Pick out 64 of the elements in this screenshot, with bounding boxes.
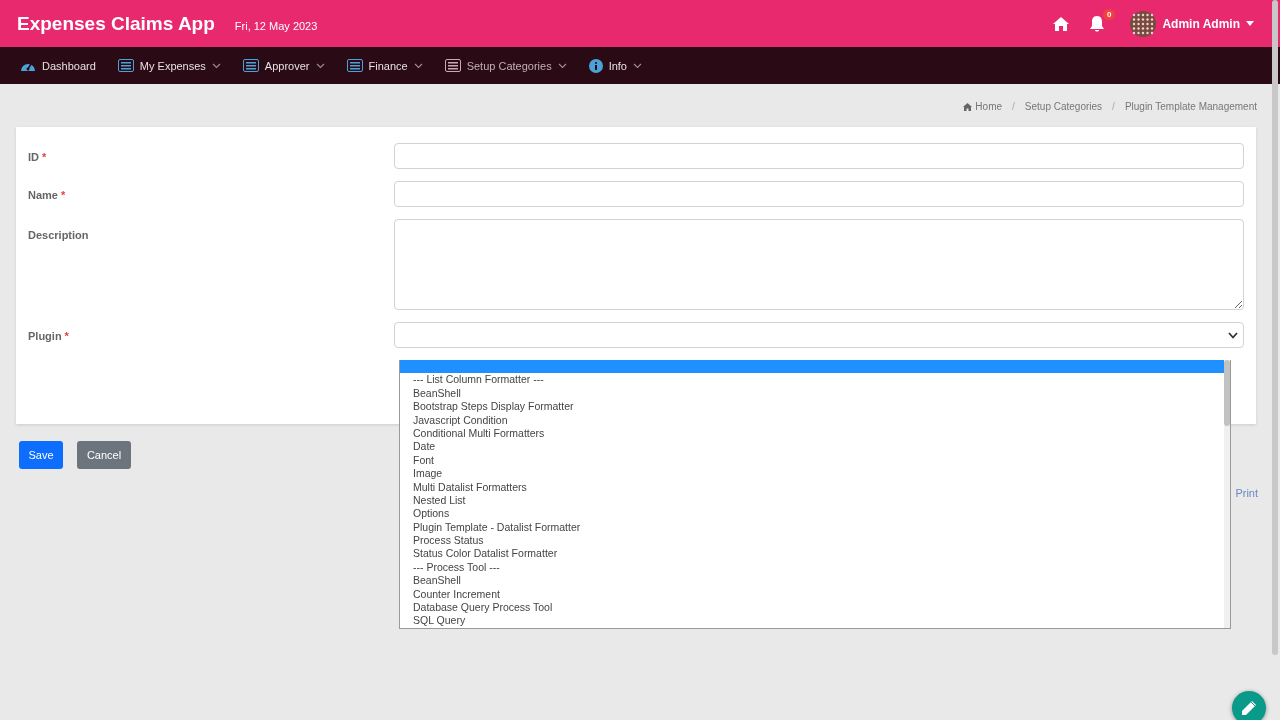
dropdown-option[interactable]: BeanShell (400, 574, 1224, 588)
home-icon (1052, 15, 1071, 32)
list-icon (346, 59, 363, 72)
dropdown-option[interactable]: Bootstrap Steps Display Formatter (400, 400, 1224, 414)
field-label: Description (28, 228, 90, 241)
dropdown-option[interactable]: --- Process Tool --- (400, 560, 1224, 575)
dropdown-option[interactable]: Counter Increment (400, 587, 1224, 602)
breadcrumb-link[interactable]: Plugin Template Management (1124, 101, 1257, 112)
dropdown-option[interactable]: Image (400, 467, 1224, 481)
save-button[interactable]: Save (19, 441, 63, 469)
chevron-down-icon (1228, 331, 1238, 339)
nav-menu-item[interactable]: My Expenses (117, 59, 221, 72)
dropdown-option[interactable]: Date (400, 440, 1224, 454)
list-icon (117, 59, 134, 72)
app-title: Expenses Claims App (17, 12, 215, 35)
input-field[interactable] (394, 181, 1244, 207)
info-icon (588, 58, 603, 73)
required-asterisk: * (60, 189, 66, 201)
nav-menu-item[interactable]: Approver (242, 59, 325, 72)
breadcrumb-separator: / (1112, 101, 1115, 112)
list-icon (444, 59, 461, 72)
required-asterisk: * (64, 330, 69, 342)
notifications-button[interactable] (1088, 14, 1107, 33)
dropdown-option[interactable]: Database Query Process Tool (400, 601, 1224, 615)
bell-icon (1088, 14, 1107, 33)
input-field[interactable] (394, 143, 1244, 169)
dropdown-option[interactable]: Plugin Template - Datalist Formatter (400, 520, 1224, 535)
dropdown-option[interactable]: BeanShell (400, 386, 1224, 401)
breadcrumb-link[interactable]: Setup Categories (1024, 101, 1103, 112)
nav-menu-item[interactable]: Info (588, 58, 642, 73)
dropdown-option[interactable]: Conditional Multi Formatters (400, 426, 1224, 441)
list-icon (242, 59, 259, 72)
avatar-icon (1130, 10, 1157, 37)
dropdown-option[interactable]: Multi Datalist Formatters (400, 480, 1224, 494)
caret-icon (1246, 21, 1254, 26)
field-label: Name * (28, 188, 67, 201)
user-menu[interactable]: Admin Admin (1130, 10, 1254, 37)
dropdown-option[interactable]: Status Color Datalist Formatter (400, 547, 1224, 561)
field-label: Plugin * (28, 329, 70, 342)
dropdown-option[interactable]: Font (400, 453, 1224, 468)
scrollbar[interactable] (1224, 360, 1230, 628)
required-asterisk: * (42, 151, 47, 163)
dropdown-option[interactable] (400, 360, 1224, 374)
edit-button[interactable] (1232, 691, 1266, 720)
notification-count: 0 (1103, 8, 1116, 20)
dropdown-option[interactable]: SQL Query (400, 614, 1224, 628)
breadcrumb-separator: / (1012, 101, 1015, 112)
dropdown-option[interactable]: Process Status (400, 534, 1224, 548)
field-label: ID * (28, 150, 48, 163)
dropdown-option[interactable]: Nested List (400, 493, 1224, 508)
nav-menu-item[interactable]: Setup Categories (444, 59, 567, 72)
plugin-select[interactable] (394, 322, 1244, 348)
dropdown-option[interactable]: --- List Column Formatter --- (400, 373, 1224, 387)
nav-menu-item[interactable]: Dashboard (20, 58, 96, 73)
dropdown-option[interactable]: Options (400, 507, 1224, 521)
date-label: Fri, 12 May 2023 (234, 19, 318, 32)
home-icon (963, 102, 973, 111)
dropdown-option[interactable]: Javascript Condition (400, 413, 1224, 427)
nav-menu-item[interactable]: Finance (346, 59, 423, 72)
cancel-button[interactable]: Cancel (77, 441, 131, 469)
description-field[interactable] (394, 219, 1244, 310)
breadcrumb-link[interactable]: Home (963, 101, 1003, 112)
pencil-icon (1240, 699, 1258, 717)
home-button[interactable] (1052, 15, 1071, 32)
